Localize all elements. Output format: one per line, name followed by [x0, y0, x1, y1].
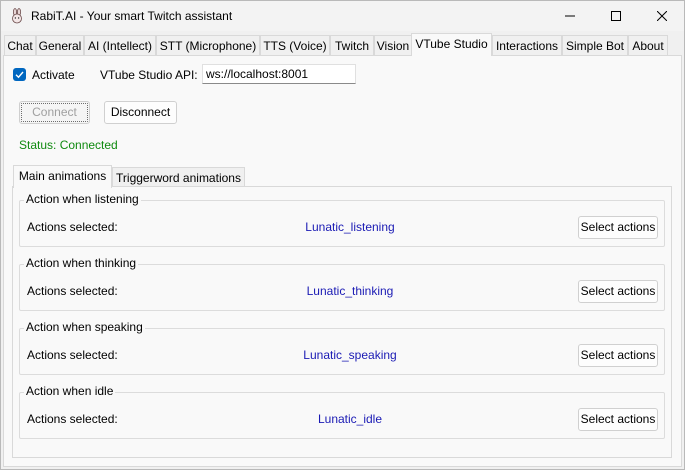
group-title: Action when speaking — [24, 320, 145, 334]
connection-status: Status: Connected — [19, 138, 118, 152]
close-icon — [657, 11, 667, 21]
tab-general[interactable]: General — [36, 35, 84, 55]
tab-about[interactable]: About — [628, 35, 668, 55]
group-thinking: Action when thinking Actions selected: L… — [19, 256, 665, 311]
tab-ai-intellect[interactable]: AI (Intellect) — [84, 35, 156, 55]
maximize-button[interactable] — [593, 1, 639, 31]
actions-selected-label: Actions selected: — [27, 284, 118, 298]
actions-selected-label: Actions selected: — [27, 220, 118, 234]
selected-action-value: Lunatic_listening — [305, 220, 395, 234]
selected-action-value: Lunatic_idle — [317, 412, 383, 426]
actions-selected-label: Actions selected: — [27, 348, 118, 362]
title-bar[interactable]: RabiT.AI - Your smart Twitch assistant — [1, 1, 684, 31]
tab-interactions[interactable]: Interactions — [492, 35, 562, 55]
main-tab-bar: Chat General AI (Intellect) STT (Microph… — [4, 33, 682, 56]
tab-main-animations[interactable]: Main animations — [13, 165, 112, 188]
group-title: Action when idle — [24, 384, 116, 398]
tab-stt-microphone[interactable]: STT (Microphone) — [156, 35, 260, 55]
tab-triggerword-animations[interactable]: Triggerword animations — [112, 167, 245, 187]
actions-selected-label: Actions selected: — [27, 412, 118, 426]
group-title: Action when thinking — [24, 256, 139, 270]
disconnect-button[interactable]: Disconnect — [104, 101, 177, 124]
connect-button[interactable]: Connect — [19, 101, 90, 124]
activate-label: Activate — [32, 68, 75, 82]
tab-tts-voice[interactable]: TTS (Voice) — [260, 35, 330, 55]
checkmark-icon — [15, 71, 24, 79]
tab-simple-bot[interactable]: Simple Bot — [562, 35, 628, 55]
selected-action-value: Lunatic_thinking — [306, 284, 394, 298]
select-actions-button[interactable]: Select actions — [578, 344, 658, 367]
select-actions-button[interactable]: Select actions — [578, 408, 658, 431]
group-title: Action when listening — [24, 192, 141, 206]
minimize-icon — [565, 15, 575, 17]
group-idle: Action when idle Actions selected: Lunat… — [19, 384, 665, 439]
api-label: VTube Studio API: — [100, 68, 198, 82]
tab-vtube-studio[interactable]: VTube Studio — [411, 33, 492, 56]
tab-vision[interactable]: Vision — [374, 35, 412, 55]
select-actions-button[interactable]: Select actions — [578, 280, 658, 303]
select-actions-button[interactable]: Select actions — [578, 216, 658, 239]
tab-twitch[interactable]: Twitch — [330, 35, 374, 55]
maximize-icon — [611, 11, 621, 21]
activate-checkbox[interactable] — [13, 68, 26, 81]
app-window: RabiT.AI - Your smart Twitch assistant C… — [0, 0, 685, 470]
selected-action-value: Lunatic_speaking — [303, 348, 397, 362]
rabbit-logo-icon — [9, 8, 25, 24]
tab-chat[interactable]: Chat — [4, 35, 36, 55]
group-listening: Action when listening Actions selected: … — [19, 192, 665, 247]
group-speaking: Action when speaking Actions selected: L… — [19, 320, 665, 375]
close-button[interactable] — [639, 1, 685, 31]
minimize-button[interactable] — [547, 1, 593, 31]
api-url-input[interactable]: ws://localhost:8001 — [202, 64, 356, 84]
window-title: RabiT.AI - Your smart Twitch assistant — [31, 9, 233, 23]
